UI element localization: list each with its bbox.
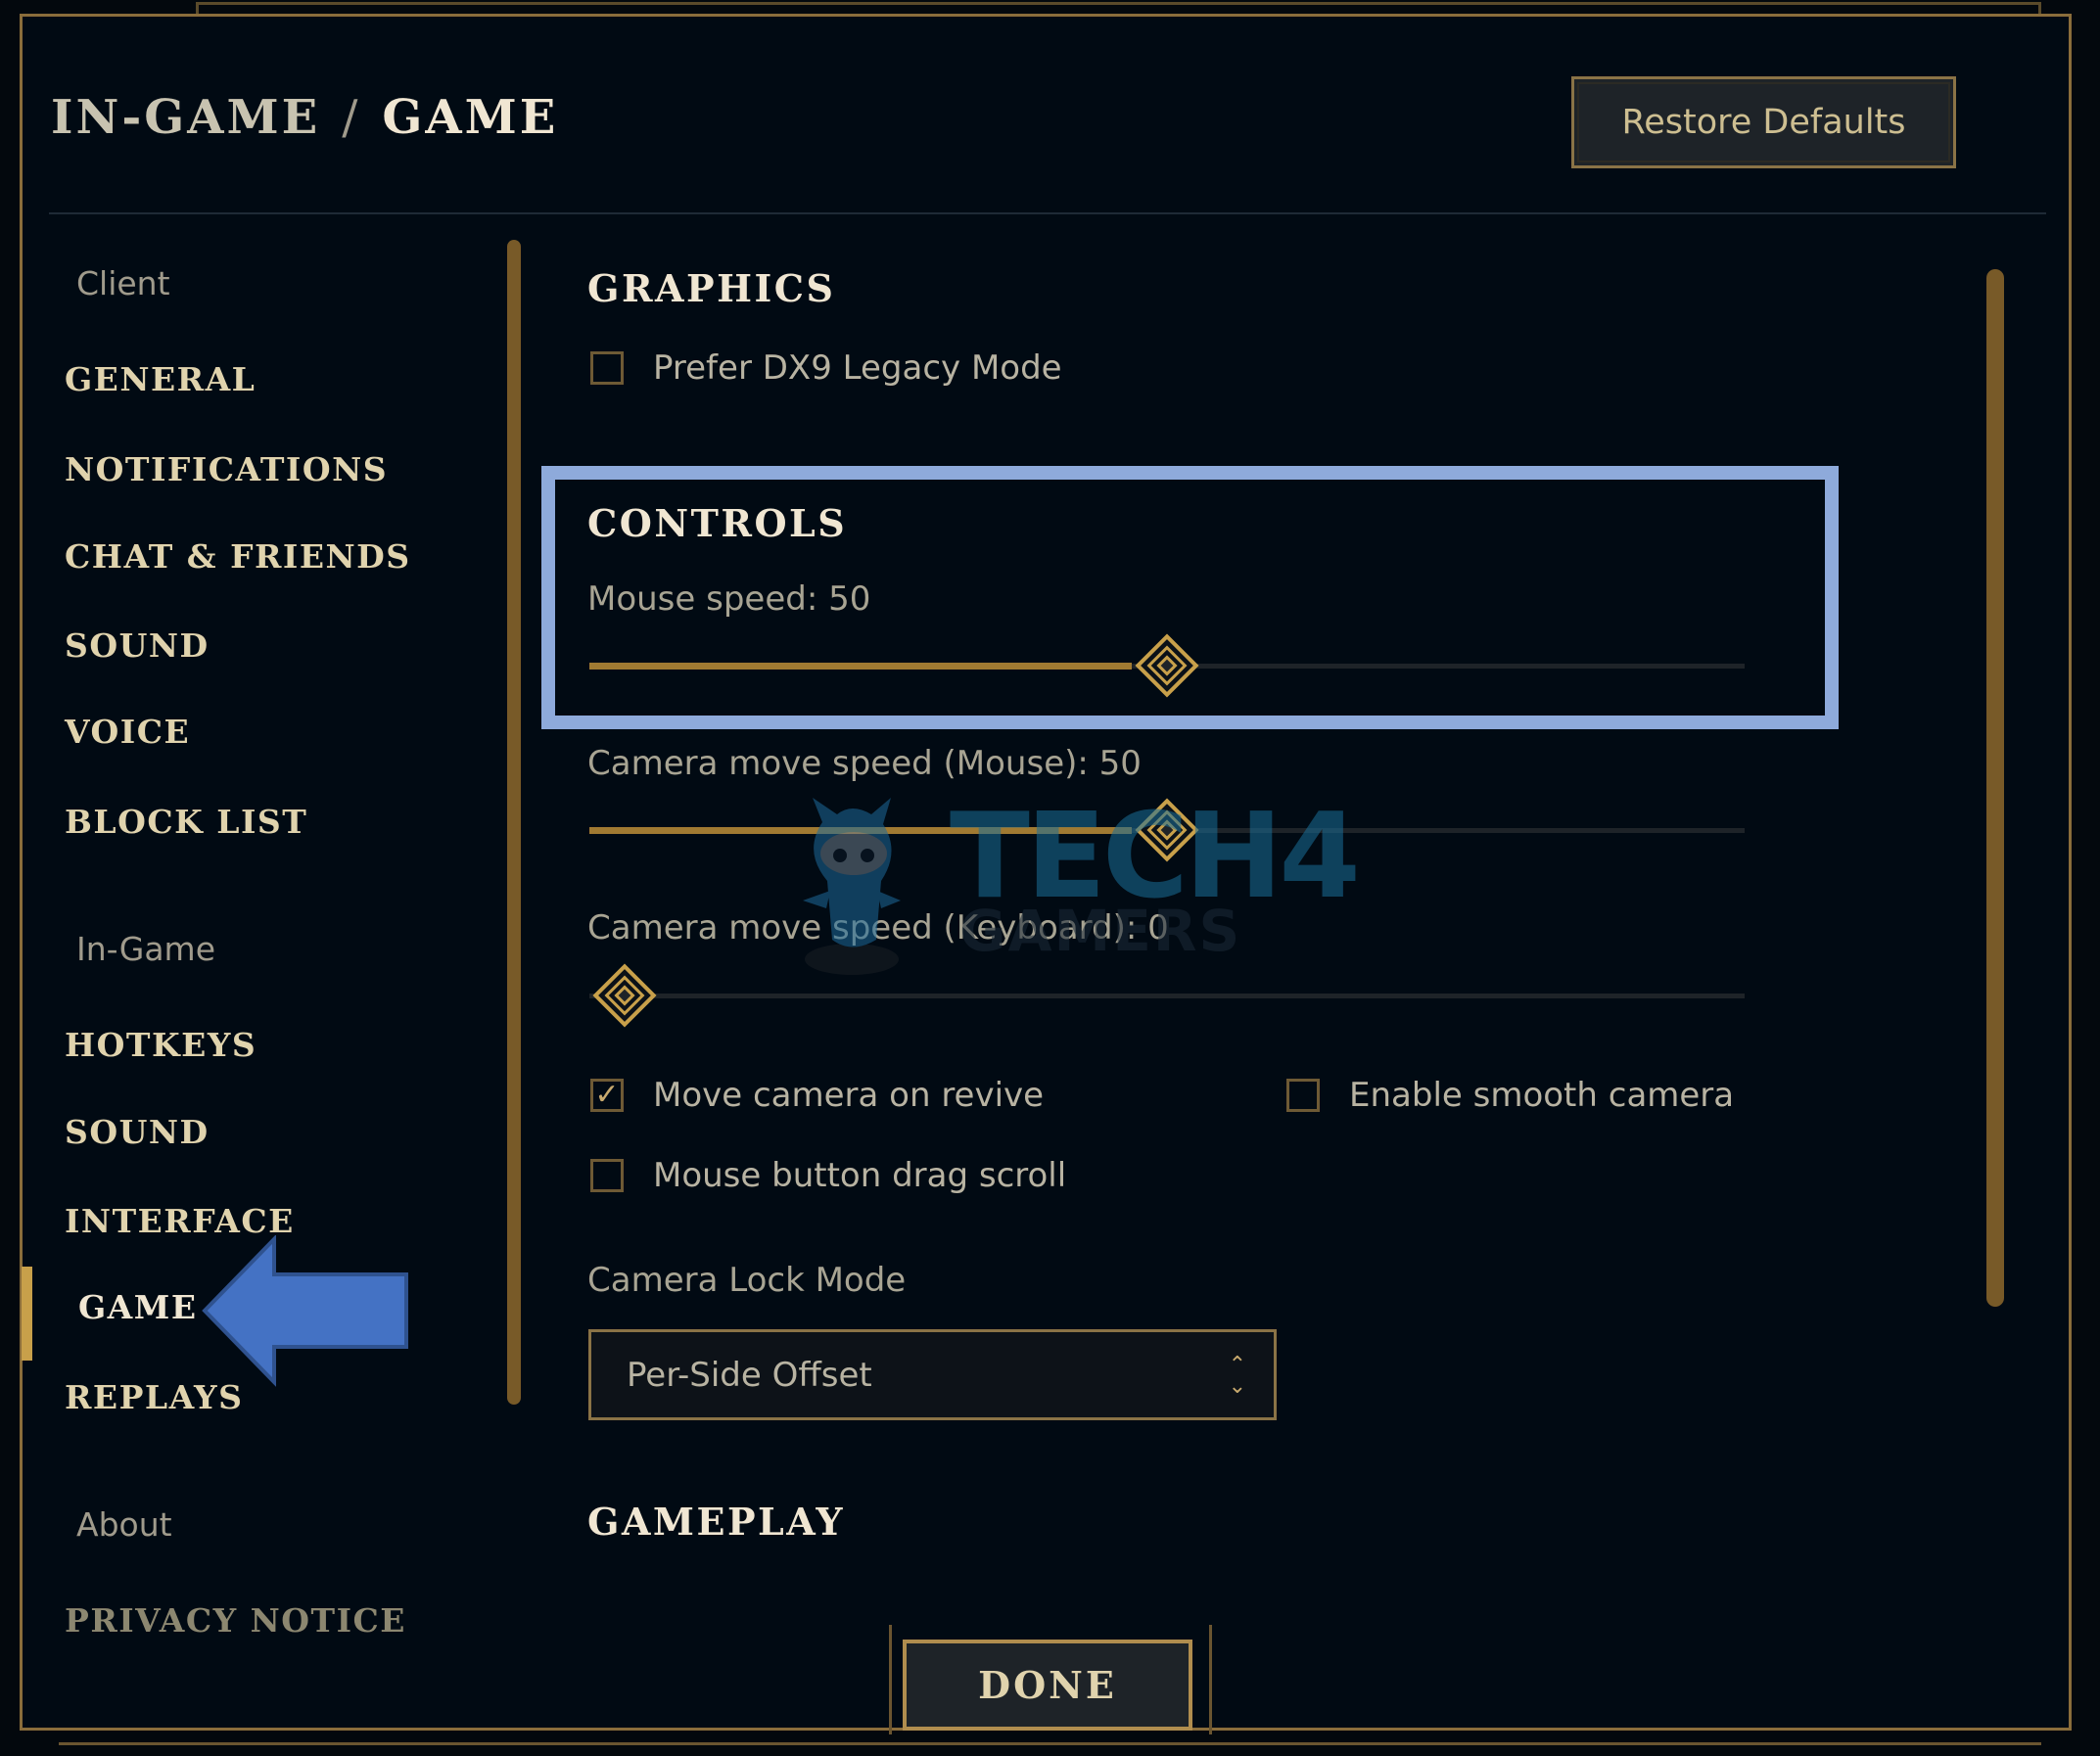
restore-defaults-button[interactable]: Restore Defaults	[1571, 76, 1956, 168]
slider-track	[589, 994, 1745, 998]
camera-keyboard-speed-label: Camera move speed (Keyboard): 0	[587, 908, 1169, 947]
sidebar-group-client: Client	[76, 264, 170, 302]
prefer-dx9-label: Prefer DX9 Legacy Mode	[653, 348, 1062, 388]
section-title-controls: CONTROLS	[587, 501, 848, 545]
prefer-dx9-checkbox-row[interactable]: Prefer DX9 Legacy Mode	[590, 348, 1062, 388]
sidebar-item-privacy-notice[interactable]: PRIVACY NOTICE	[65, 1601, 406, 1640]
frame-bottom-trim	[59, 1734, 2041, 1745]
prefer-dx9-checkbox[interactable]	[590, 351, 624, 385]
sidebar-item-hotkeys[interactable]: HOTKEYS	[65, 1026, 257, 1064]
section-title-graphics: GRAPHICS	[587, 266, 836, 310]
sidebar-item-sound-client[interactable]: SOUND	[65, 626, 210, 665]
camera-mouse-speed-slider[interactable]	[589, 798, 1745, 862]
move-camera-revive-label: Move camera on revive	[653, 1076, 1045, 1115]
annotation-arrow-icon	[202, 1235, 408, 1387]
sidebar-group-about: About	[76, 1505, 172, 1544]
settings-window	[20, 14, 2072, 1731]
camera-lock-mode-value: Per-Side Offset	[627, 1355, 872, 1395]
sidebar-item-notifications[interactable]: NOTIFICATIONS	[65, 450, 388, 488]
mouse-speed-label: Mouse speed: 50	[587, 579, 871, 619]
drag-scroll-checkbox[interactable]	[590, 1159, 624, 1192]
sidebar-item-general[interactable]: GENERAL	[65, 360, 256, 398]
sidebar-item-game[interactable]: GAME	[78, 1288, 197, 1326]
slider-thumb-diamond-icon[interactable]	[1131, 794, 1203, 866]
drag-scroll-label: Mouse button drag scroll	[653, 1156, 1067, 1195]
smooth-camera-checkbox[interactable]	[1286, 1079, 1320, 1112]
breadcrumb-separator: /	[342, 90, 361, 145]
mouse-speed-slider[interactable]	[589, 633, 1745, 698]
content-scrollbar[interactable]	[1986, 269, 2004, 1307]
sidebar-item-sound-ingame[interactable]: SOUND	[65, 1113, 210, 1151]
slider-thumb-diamond-icon[interactable]	[588, 959, 661, 1032]
sidebar-scrollbar[interactable]	[507, 240, 521, 1405]
breadcrumb-current: GAME	[382, 90, 559, 145]
slider-fill	[589, 663, 1132, 670]
sidebar-item-block-list[interactable]: BLOCK LIST	[65, 803, 307, 841]
drag-scroll-row[interactable]: Mouse button drag scroll	[590, 1156, 1066, 1195]
sidebar-item-chat-friends[interactable]: CHAT & FRIENDS	[65, 537, 411, 576]
smooth-camera-row[interactable]: Enable smooth camera	[1286, 1076, 1734, 1115]
done-button[interactable]: DONE	[903, 1640, 1192, 1731]
move-camera-revive-row[interactable]: ✓ Move camera on revive	[590, 1076, 1044, 1115]
section-title-gameplay: GAMEPLAY	[587, 1500, 845, 1544]
slider-fill	[589, 827, 1132, 834]
header-divider	[49, 212, 2046, 214]
camera-lock-mode-label: Camera Lock Mode	[587, 1261, 907, 1300]
smooth-camera-label: Enable smooth camera	[1349, 1076, 1735, 1115]
breadcrumb-parent: IN-GAME	[51, 90, 321, 145]
select-updown-chevron-icon: ⌃ ⌄	[1228, 1352, 1246, 1398]
camera-keyboard-speed-slider[interactable]	[589, 963, 1745, 1028]
sidebar-item-voice[interactable]: VOICE	[65, 713, 190, 751]
slider-thumb-diamond-icon[interactable]	[1131, 629, 1203, 702]
camera-lock-mode-select[interactable]: Per-Side Offset ⌃ ⌄	[588, 1329, 1277, 1420]
active-item-indicator	[22, 1267, 32, 1361]
move-camera-revive-checkbox[interactable]: ✓	[590, 1079, 624, 1112]
camera-mouse-speed-label: Camera move speed (Mouse): 50	[587, 744, 1142, 783]
sidebar-group-in-game: In-Game	[76, 930, 216, 968]
page-title: IN-GAME / GAME	[51, 90, 558, 145]
